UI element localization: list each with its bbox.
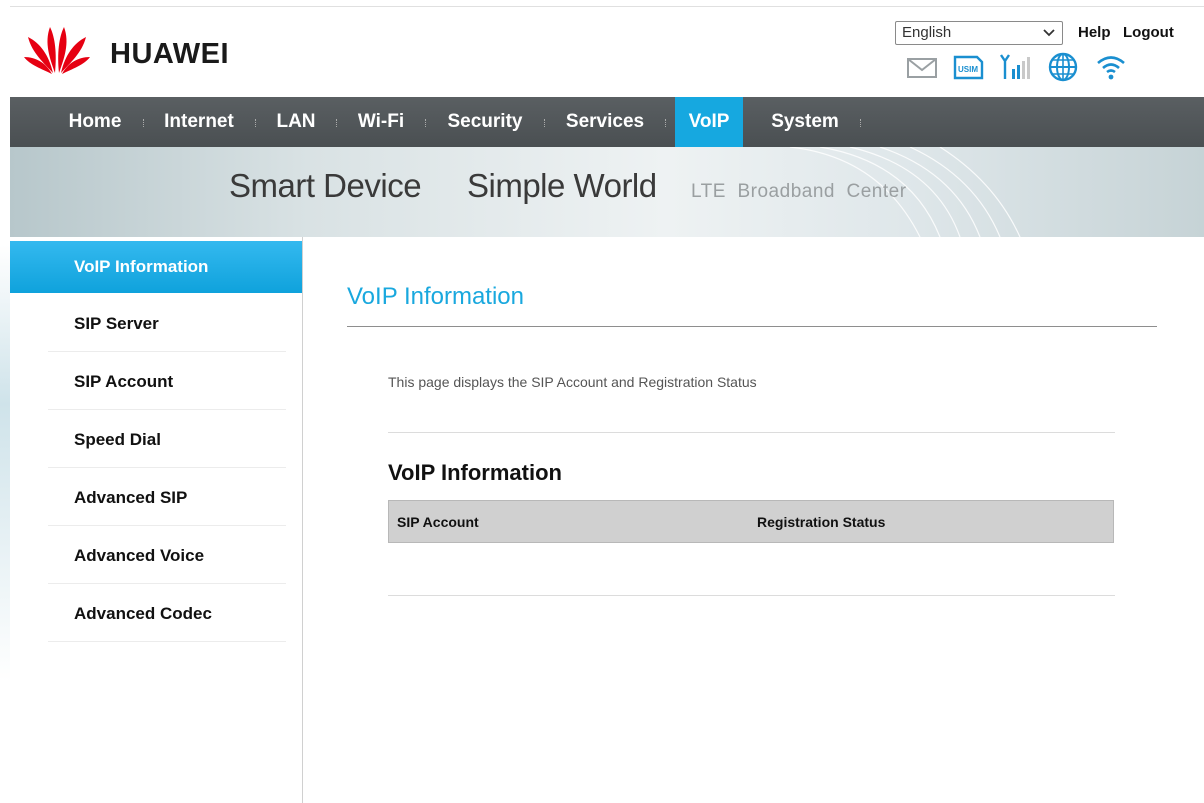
language-selected-value: English [902,24,952,41]
nav-security[interactable]: Security [438,97,532,147]
column-header-sip-account: SIP Account [397,514,479,530]
logout-link[interactable]: Logout [1123,24,1174,41]
nav-wifi[interactable]: Wi-Fi [348,97,414,147]
page-title: VoIP Information [347,283,524,310]
nav-separator [336,119,338,127]
sidebar-item-sip-account[interactable]: SIP Account [48,353,286,410]
help-link[interactable]: Help [1078,24,1111,41]
sidebar-item-voip-information[interactable]: VoIP Information [10,241,302,293]
nav-separator [665,119,667,127]
page-description: This page displays the SIP Account and R… [388,374,757,390]
page-left-edge [0,6,10,802]
nav-separator [143,119,145,127]
internet-globe-icon [1048,52,1078,82]
voip-info-table-header: SIP Account Registration Status [388,500,1114,543]
nav-lan[interactable]: LAN [268,97,324,147]
router-web-page: HUAWEI English Help Logout USIM Home Int… [10,6,1204,803]
sidebar-item-advanced-codec[interactable]: Advanced Codec [48,585,286,642]
banner-slogan-1: Smart Device [229,167,422,204]
usim-icon-text: USIM [958,65,978,74]
banner-tagline: LTE Broadband Center [691,181,907,202]
banner: Smart Device Simple World LTE Broadband … [10,147,1204,237]
divider [388,432,1115,433]
huawei-logo: HUAWEI [22,23,252,77]
nav-system[interactable]: System [762,97,848,147]
sidebar-item-speed-dial[interactable]: Speed Dial [48,411,286,468]
main-nav: Home Internet LAN Wi-Fi Security Service… [10,97,1204,147]
wifi-icon [1097,56,1125,80]
banner-slogan-2: Simple World [467,167,657,204]
mail-icon[interactable] [906,51,938,83]
chevron-down-icon [1043,29,1055,37]
nav-home[interactable]: Home [55,97,135,147]
sidebar-item-sip-server[interactable]: SIP Server [48,295,286,352]
column-header-registration-status: Registration Status [757,514,886,530]
section-title: VoIP Information [388,460,562,485]
nav-services[interactable]: Services [557,97,653,147]
sidebar-item-advanced-sip[interactable]: Advanced SIP [48,469,286,526]
nav-separator [255,119,257,127]
sidebar: VoIP Information SIP Server SIP Account … [10,237,303,803]
nav-voip[interactable]: VoIP [675,97,743,147]
nav-separator [860,119,862,127]
nav-internet[interactable]: Internet [155,97,243,147]
nav-separator [425,119,427,127]
header: HUAWEI English Help Logout USIM [10,7,1204,97]
nav-separator [544,119,546,127]
divider [388,595,1115,596]
brand-name: HUAWEI [110,38,229,70]
usim-icon: USIM [953,55,984,80]
title-divider [347,326,1157,327]
huawei-flower-icon [24,27,90,74]
sidebar-item-advanced-voice[interactable]: Advanced Voice [48,527,286,584]
language-select[interactable]: English [895,21,1063,45]
signal-icon [1000,54,1030,79]
